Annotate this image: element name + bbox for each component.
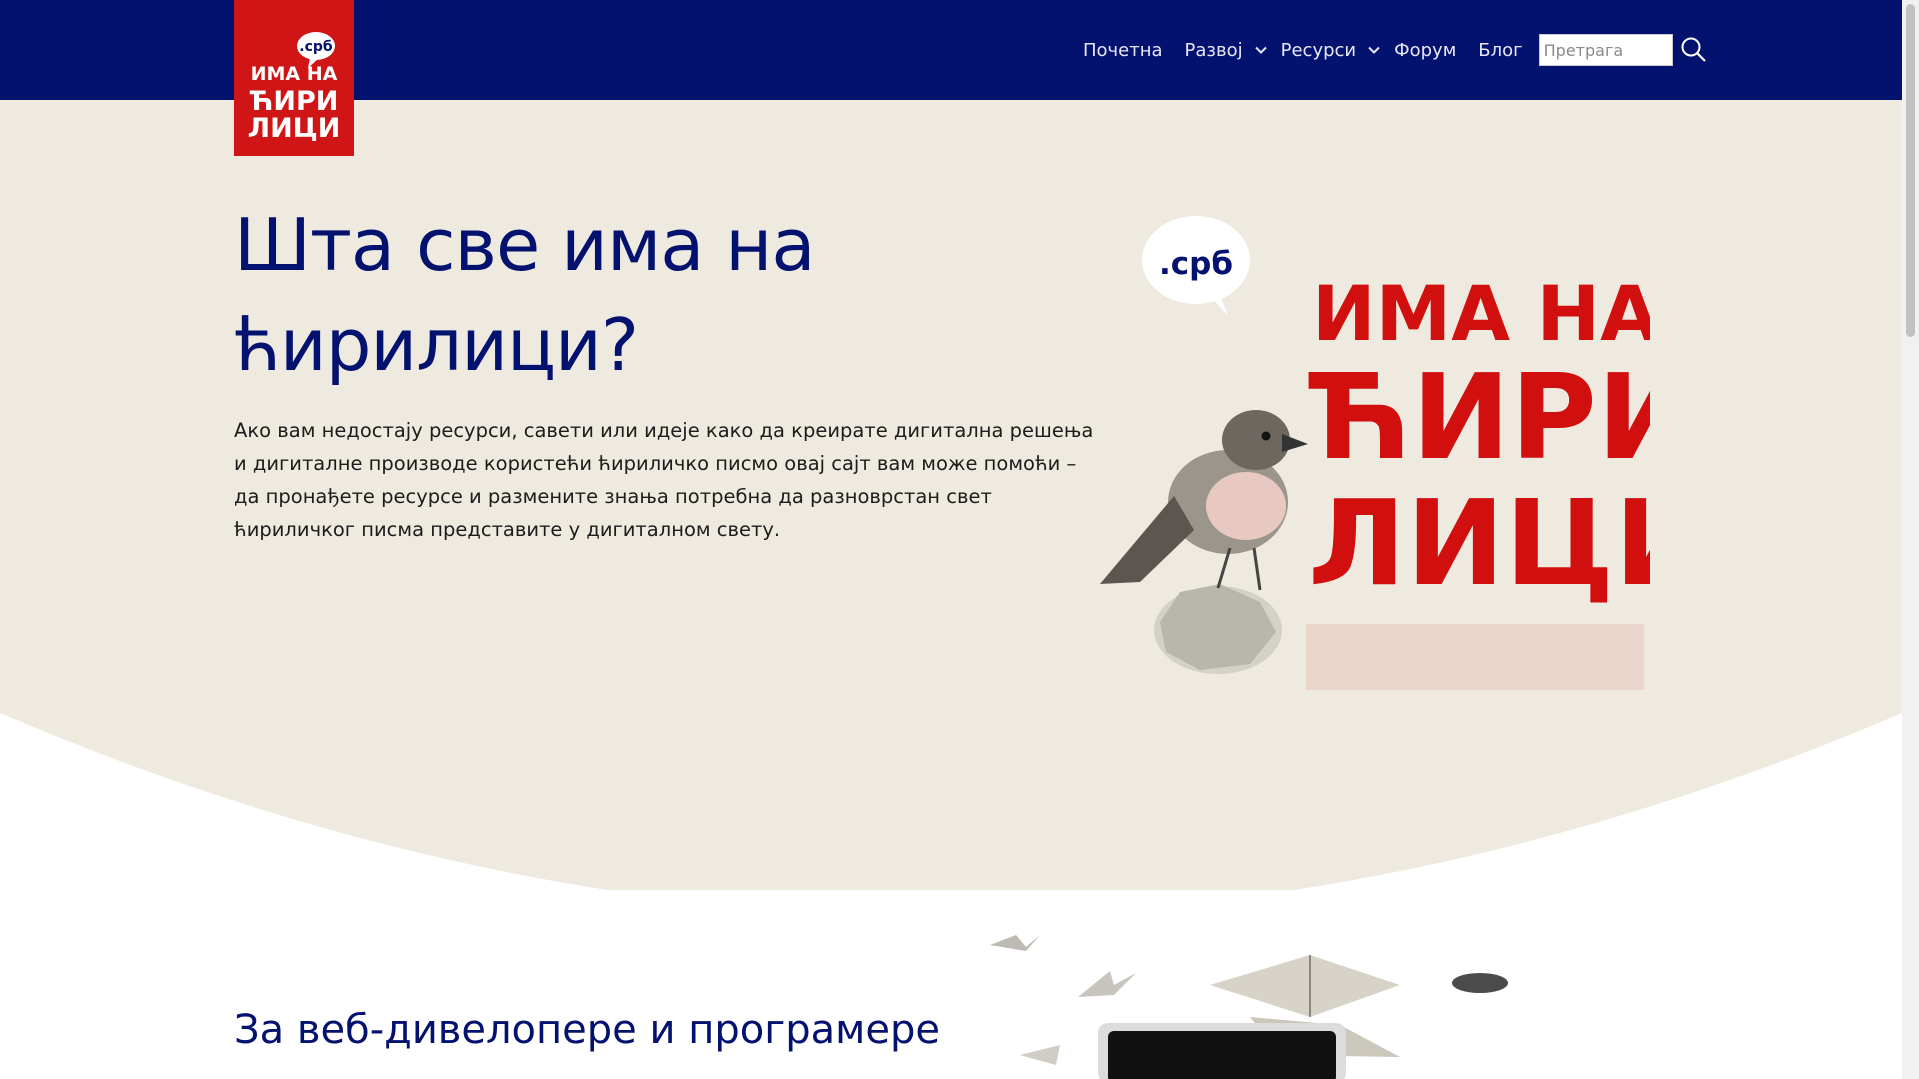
nav-item-label: Развој	[1184, 39, 1243, 61]
scrollbar-thumb[interactable]	[1906, 4, 1915, 337]
nav-item-home[interactable]: Почетна	[1083, 40, 1163, 61]
hero-illustration: .срб ИМА НА ЋИРИ ЛИЦИ	[1100, 216, 1650, 690]
chevron-down-icon[interactable]	[1366, 42, 1382, 58]
nav-item-development[interactable]: Развој	[1185, 40, 1269, 61]
hero-description: Ако вам недостају ресурси, савети или ид…	[234, 419, 1094, 541]
logo-line1: ИМА НА	[251, 63, 338, 85]
search-input[interactable]	[1538, 34, 1673, 66]
nav-item-label: Ресурси	[1280, 39, 1357, 61]
search-icon[interactable]	[1679, 35, 1709, 65]
nav-item-forum[interactable]: Форум	[1394, 40, 1456, 61]
logo-line3: ЛИЦИ	[248, 113, 341, 144]
hero-domain: .срб	[1159, 246, 1233, 282]
chevron-down-icon[interactable]	[1253, 42, 1269, 58]
page-scrollbar[interactable]	[1902, 0, 1919, 1079]
hero-logo-line3: ЛИЦИ	[1308, 474, 1650, 612]
main-nav: Почетна Развој Ресурси Форум Блог	[1083, 0, 1709, 100]
sparrow-icon	[1100, 410, 1308, 674]
nav-item-label: Форум	[1394, 39, 1457, 61]
nav-item-blog[interactable]: Блог	[1478, 40, 1522, 61]
hero-title: Шта све има на ћирилици?	[234, 203, 815, 387]
nav-item-label: Блог	[1478, 39, 1523, 61]
hero-logo-line2: ЋИРИ	[1308, 348, 1650, 486]
nav-item-label: Почетна	[1083, 39, 1163, 61]
site-logo[interactable]: .срб ИМА НА ЋИРИ ЛИЦИ	[234, 0, 354, 156]
hero-logo-line1: ИМА НА	[1312, 269, 1650, 358]
books-illustration	[990, 935, 1508, 1079]
logo-domain: .срб	[299, 39, 333, 55]
developers-section-title: За веб-дивелопере и програмере	[234, 1007, 940, 1053]
nav-item-resources[interactable]: Ресурси	[1281, 40, 1383, 61]
